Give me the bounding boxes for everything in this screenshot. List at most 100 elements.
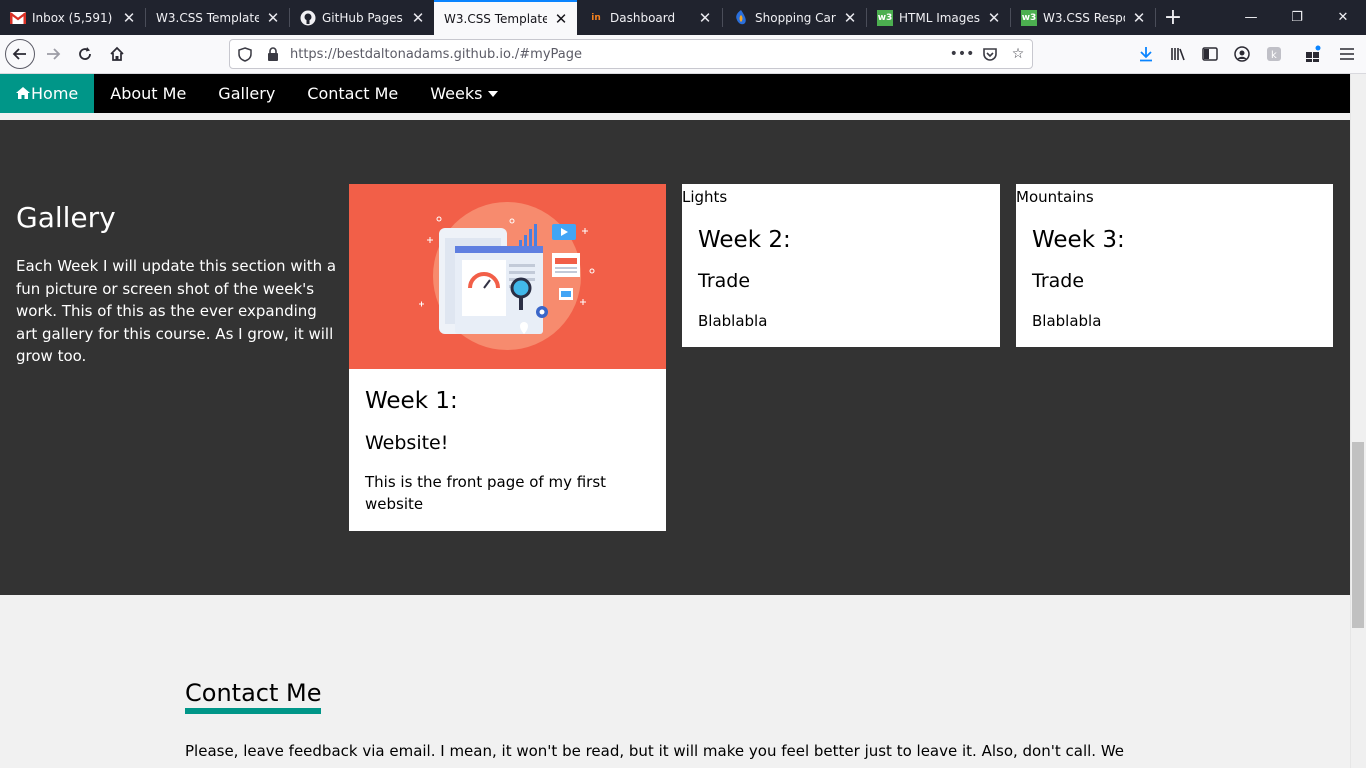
tab-separator [1155,8,1156,27]
contact-section: Contact Me Please, leave feedback via em… [0,595,1350,768]
nav-home-link[interactable]: Home [0,74,95,113]
card-subtitle: Website! [365,432,449,454]
minimize-button[interactable]: — [1228,0,1274,35]
gallery-card-week-1: Week 1: Website! This is the front page … [349,184,666,531]
tab-w3css-responsive[interactable]: w3 W3.CSS Respon ✕ [1011,0,1155,35]
tab-w3css-template-active[interactable]: W3.CSS Template ✕ [434,0,577,35]
tab-title: GitHub Pages | [322,10,404,25]
close-window-button[interactable]: ✕ [1320,0,1366,35]
forward-icon [47,48,61,60]
cart-favicon-icon [733,9,749,26]
download-icon [1140,47,1152,62]
github-icon [300,10,316,26]
download-button[interactable] [1131,39,1161,69]
reload-icon [79,47,91,60]
lock-icon[interactable] [262,43,284,65]
home-icon [110,46,124,61]
home-icon [16,86,30,99]
gallery-card-week-3: Mountains Week 3: Trade Blablabla [1016,184,1333,347]
close-icon[interactable]: ✕ [265,9,281,27]
tab-title: Inbox (5,591) - [32,10,115,25]
tab-title: Shopping Cart [755,10,836,25]
extension-icon: k [1267,47,1281,61]
close-icon[interactable]: ✕ [553,10,569,28]
tab-inbox[interactable]: Inbox (5,591) - ✕ [0,0,145,35]
broken-image-alt-text: Mountains [1016,188,1094,206]
shield-icon[interactable] [234,43,256,65]
page-viewport: Home About Me Gallery Contact Me Weeks G… [0,74,1350,768]
url-text[interactable]: https://bestdaltonadams.github.io./#myPa… [290,47,582,62]
contact-title: Contact Me [185,679,322,714]
nav-gallery-link[interactable]: Gallery [202,74,291,113]
close-icon[interactable]: ✕ [986,9,1002,27]
menu-button[interactable] [1332,39,1362,69]
nav-contact-link[interactable]: Contact Me [291,74,414,113]
website-illustration-image [349,184,666,369]
tab-title: Dashboard [610,10,676,25]
back-icon [12,48,26,60]
card-week-heading: Week 3: [1032,227,1125,253]
dashboard-icon: in [591,12,601,23]
navigation-toolbar: https://bestdaltonadams.github.io./#myPa… [0,35,1366,74]
back-button[interactable] [5,39,35,69]
nav-weeks-dropdown[interactable]: Weeks [414,74,514,113]
close-icon[interactable]: ✕ [121,9,137,27]
restore-button[interactable]: ❐ [1274,0,1320,35]
nav-home-label: Home [31,84,79,103]
tab-strip: Inbox (5,591) - ✕ W3.CSS Template ✕ GitH… [0,0,1366,35]
reload-button[interactable] [70,39,100,69]
close-icon[interactable]: ✕ [842,9,858,27]
tab-w3css-template[interactable]: W3.CSS Template ✕ [146,0,289,35]
home-button[interactable] [102,39,132,69]
card-week-heading: Week 2: [698,227,791,253]
tab-title: W3.CSS Template [156,10,259,25]
addons-button[interactable] [1298,39,1328,69]
broken-image-alt-text: Lights [682,188,728,206]
scrollbar-thumb[interactable] [1352,442,1364,628]
tab-dashboard[interactable]: in Dashboard ✕ [578,0,721,35]
site-navbar: Home About Me Gallery Contact Me Weeks [0,74,1350,113]
card-subtitle: Trade [698,270,751,292]
card-week-heading: Week 1: [365,388,458,414]
gallery-section: Gallery Each Week I will update this sec… [0,120,1350,595]
close-icon[interactable]: ✕ [1131,9,1147,27]
gmail-icon [10,10,26,26]
svg-text:k: k [1271,50,1277,61]
card-body-text: Blablabla [1032,312,1102,330]
library-icon [1171,48,1185,61]
gallery-card-week-2: Lights Week 2: Trade Blablabla [682,184,1000,347]
card-body-text: This is the front page of my first websi… [365,473,607,513]
tab-title: W3.CSS Respon [1043,10,1125,25]
account-icon [1234,46,1250,62]
sidebar-icon [1202,47,1218,61]
tab-title: W3.CSS Template [444,11,547,26]
card-subtitle: Trade [1032,270,1085,292]
nav-weeks-label: Weeks [430,84,483,103]
pocket-icon[interactable] [978,43,1002,65]
url-bar[interactable]: https://bestdaltonadams.github.io./#myPa… [229,39,1033,69]
nav-about-link[interactable]: About Me [94,74,202,113]
addons-icon [1306,45,1321,62]
new-tab-button[interactable]: + [1158,0,1188,35]
caret-down-icon [488,90,499,97]
tab-html-images[interactable]: w3 HTML Images ✕ [867,0,1010,35]
w3schools-icon: w3 [877,9,893,26]
bookmark-star-icon[interactable]: ☆ [1006,43,1030,65]
menu-icon [1340,48,1354,60]
contact-description: Please, leave feedback via email. I mean… [185,742,1125,760]
more-icon[interactable]: ••• [950,43,975,65]
library-button[interactable] [1163,39,1193,69]
card-body-text: Blablabla [698,312,768,330]
w3schools-icon: w3 [1021,9,1037,26]
forward-button[interactable] [38,39,68,69]
tab-github-pages[interactable]: GitHub Pages | ✕ [290,0,434,35]
account-button[interactable] [1227,39,1257,69]
gallery-title: Gallery [16,201,116,234]
extension-button[interactable]: k [1259,39,1289,69]
tab-title: HTML Images [899,10,980,25]
tab-shopping-cart[interactable]: Shopping Cart ✕ [723,0,866,35]
close-icon[interactable]: ✕ [697,9,713,27]
page-scrollbar[interactable] [1350,74,1366,768]
sidebar-button[interactable] [1195,39,1225,69]
close-icon[interactable]: ✕ [410,9,426,27]
